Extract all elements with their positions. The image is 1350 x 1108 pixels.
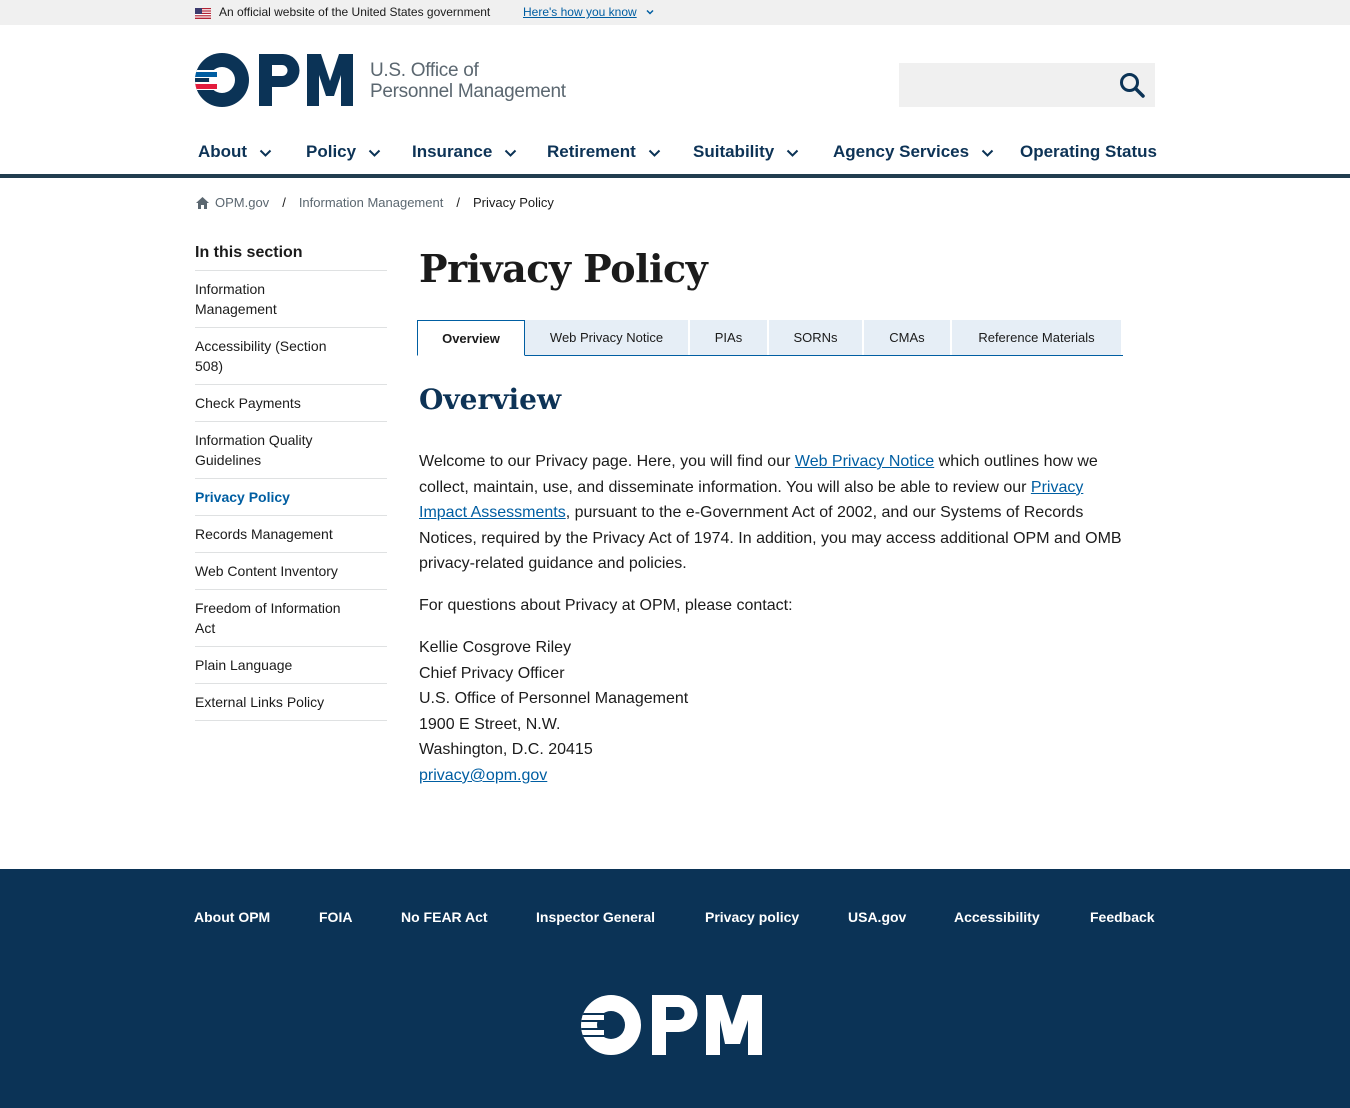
contact-street: 1900 E Street, N.W. xyxy=(419,715,561,733)
contact-block: Kellie Cosgrove Riley Chief Privacy Offi… xyxy=(419,635,688,789)
contact-email-link[interactable]: privacy@opm.gov xyxy=(419,767,547,784)
nav-label: About xyxy=(198,142,248,161)
nav-retirement[interactable]: Retirement xyxy=(547,142,661,162)
content-tabs: Overview Web Privacy Notice PIAs SORNs C… xyxy=(417,320,1123,356)
nav-suitability[interactable]: Suitability xyxy=(693,142,799,162)
how-you-know-link[interactable]: Here's how you know xyxy=(523,5,637,19)
sidenav-item-information-management[interactable]: Information Management xyxy=(195,271,387,328)
footer-opm-logo[interactable] xyxy=(580,994,764,1056)
home-icon xyxy=(196,196,209,209)
nav-label: Insurance xyxy=(412,142,493,161)
footer-link-privacy-policy[interactable]: Privacy policy xyxy=(705,909,799,925)
sidenav-item-web-content-inventory[interactable]: Web Content Inventory xyxy=(195,553,387,590)
nav-label: Policy xyxy=(306,142,357,161)
nav-about[interactable]: About xyxy=(198,142,272,162)
contact-name: Kellie Cosgrove Riley xyxy=(419,639,572,656)
breadcrumb-separator: / xyxy=(456,195,460,210)
chevron-down-icon xyxy=(981,149,994,157)
breadcrumb-home[interactable]: OPM.gov xyxy=(215,195,269,210)
logo-subtitle-line2: Personnel Management xyxy=(370,81,566,102)
contact-city: Washington, D.C. 20415 xyxy=(419,741,593,759)
search-icon xyxy=(1120,73,1145,98)
nav-label: Suitability xyxy=(693,142,775,161)
gov-banner: An official website of the United States… xyxy=(0,0,1350,25)
chevron-down-icon xyxy=(505,149,517,157)
breadcrumb-information-management[interactable]: Information Management xyxy=(299,195,444,210)
contact-org: U.S. Office of Personnel Management xyxy=(419,690,689,708)
footer-link-no-fear-act[interactable]: No FEAR Act xyxy=(401,909,488,925)
section-heading: Overview xyxy=(419,383,562,416)
sidenav-item-information-quality[interactable]: Information Quality Guidelines xyxy=(195,422,387,479)
nav-label: Agency Services xyxy=(833,142,970,161)
footer-link-usa-gov[interactable]: USA.gov xyxy=(848,909,906,925)
page-title: Privacy Policy xyxy=(419,246,708,291)
sidenav-item-check-payments[interactable]: Check Payments xyxy=(195,385,387,422)
sidenav-title: In this section xyxy=(195,244,387,271)
questions-paragraph: For questions about Privacy at OPM, plea… xyxy=(419,597,793,614)
intro-text: Welcome to our Privacy page. Here, you w… xyxy=(419,453,795,470)
web-privacy-notice-link[interactable]: Web Privacy Notice xyxy=(795,453,934,470)
intro-paragraph: Welcome to our Privacy page. Here, you w… xyxy=(419,449,1131,577)
nav-operating-status[interactable]: Operating Status xyxy=(1020,142,1157,162)
chevron-down-icon xyxy=(259,149,272,157)
sidenav-item-records-management[interactable]: Records Management xyxy=(195,516,387,553)
breadcrumb-current: Privacy Policy xyxy=(472,195,554,210)
footer-link-foia[interactable]: FOIA xyxy=(319,909,352,925)
chevron-down-icon xyxy=(648,149,661,157)
nav-agency-services[interactable]: Agency Services xyxy=(833,142,994,162)
sidenav-item-plain-language[interactable]: Plain Language xyxy=(195,647,387,684)
tab-sorns[interactable]: SORNs xyxy=(769,320,864,355)
chevron-down-icon[interactable] xyxy=(645,7,655,17)
nav-policy[interactable]: Policy xyxy=(306,142,381,162)
tab-overview[interactable]: Overview xyxy=(417,320,525,356)
logo-subtitle-line1: U.S. Office of xyxy=(370,60,479,81)
main-nav: About Policy Insurance Retirement Suitab… xyxy=(0,130,1350,178)
sidenav-item-external-links[interactable]: External Links Policy xyxy=(195,684,387,721)
tab-cmas[interactable]: CMAs xyxy=(864,320,952,355)
tab-web-privacy-notice[interactable]: Web Privacy Notice xyxy=(525,320,690,355)
footer-link-accessibility[interactable]: Accessibility xyxy=(954,909,1040,925)
chevron-down-icon xyxy=(787,149,799,157)
footer-link-about-opm[interactable]: About OPM xyxy=(194,909,270,925)
footer-link-feedback[interactable]: Feedback xyxy=(1090,909,1155,925)
breadcrumb-separator: / xyxy=(282,195,286,210)
logo-subtitle: U.S. Office of Personnel Management xyxy=(370,60,566,102)
nav-label: Operating Status xyxy=(1020,142,1157,161)
section-sidenav: In this section Information Management A… xyxy=(195,244,387,721)
us-flag-icon xyxy=(195,8,211,19)
nav-insurance[interactable]: Insurance xyxy=(412,142,517,162)
footer-link-inspector-general[interactable]: Inspector General xyxy=(536,909,655,925)
contact-title: Chief Privacy Officer xyxy=(419,664,565,682)
chevron-down-icon xyxy=(368,149,381,157)
sidenav-item-accessibility[interactable]: Accessibility (Section 508) xyxy=(195,328,387,385)
breadcrumb: OPM.gov / Information Management / Priva… xyxy=(195,195,554,210)
official-website-text: An official website of the United States… xyxy=(219,5,491,19)
footer: About OPM FOIA No FEAR Act Inspector Gen… xyxy=(0,869,1350,1108)
nav-label: Retirement xyxy=(547,142,636,161)
tab-pias[interactable]: PIAs xyxy=(690,320,769,355)
search-button[interactable] xyxy=(1117,70,1147,100)
tab-reference-materials[interactable]: Reference Materials xyxy=(952,320,1123,355)
sidenav-item-privacy-policy[interactable]: Privacy Policy xyxy=(195,479,387,516)
sidenav-item-foia[interactable]: Freedom of Information Act xyxy=(195,590,387,647)
